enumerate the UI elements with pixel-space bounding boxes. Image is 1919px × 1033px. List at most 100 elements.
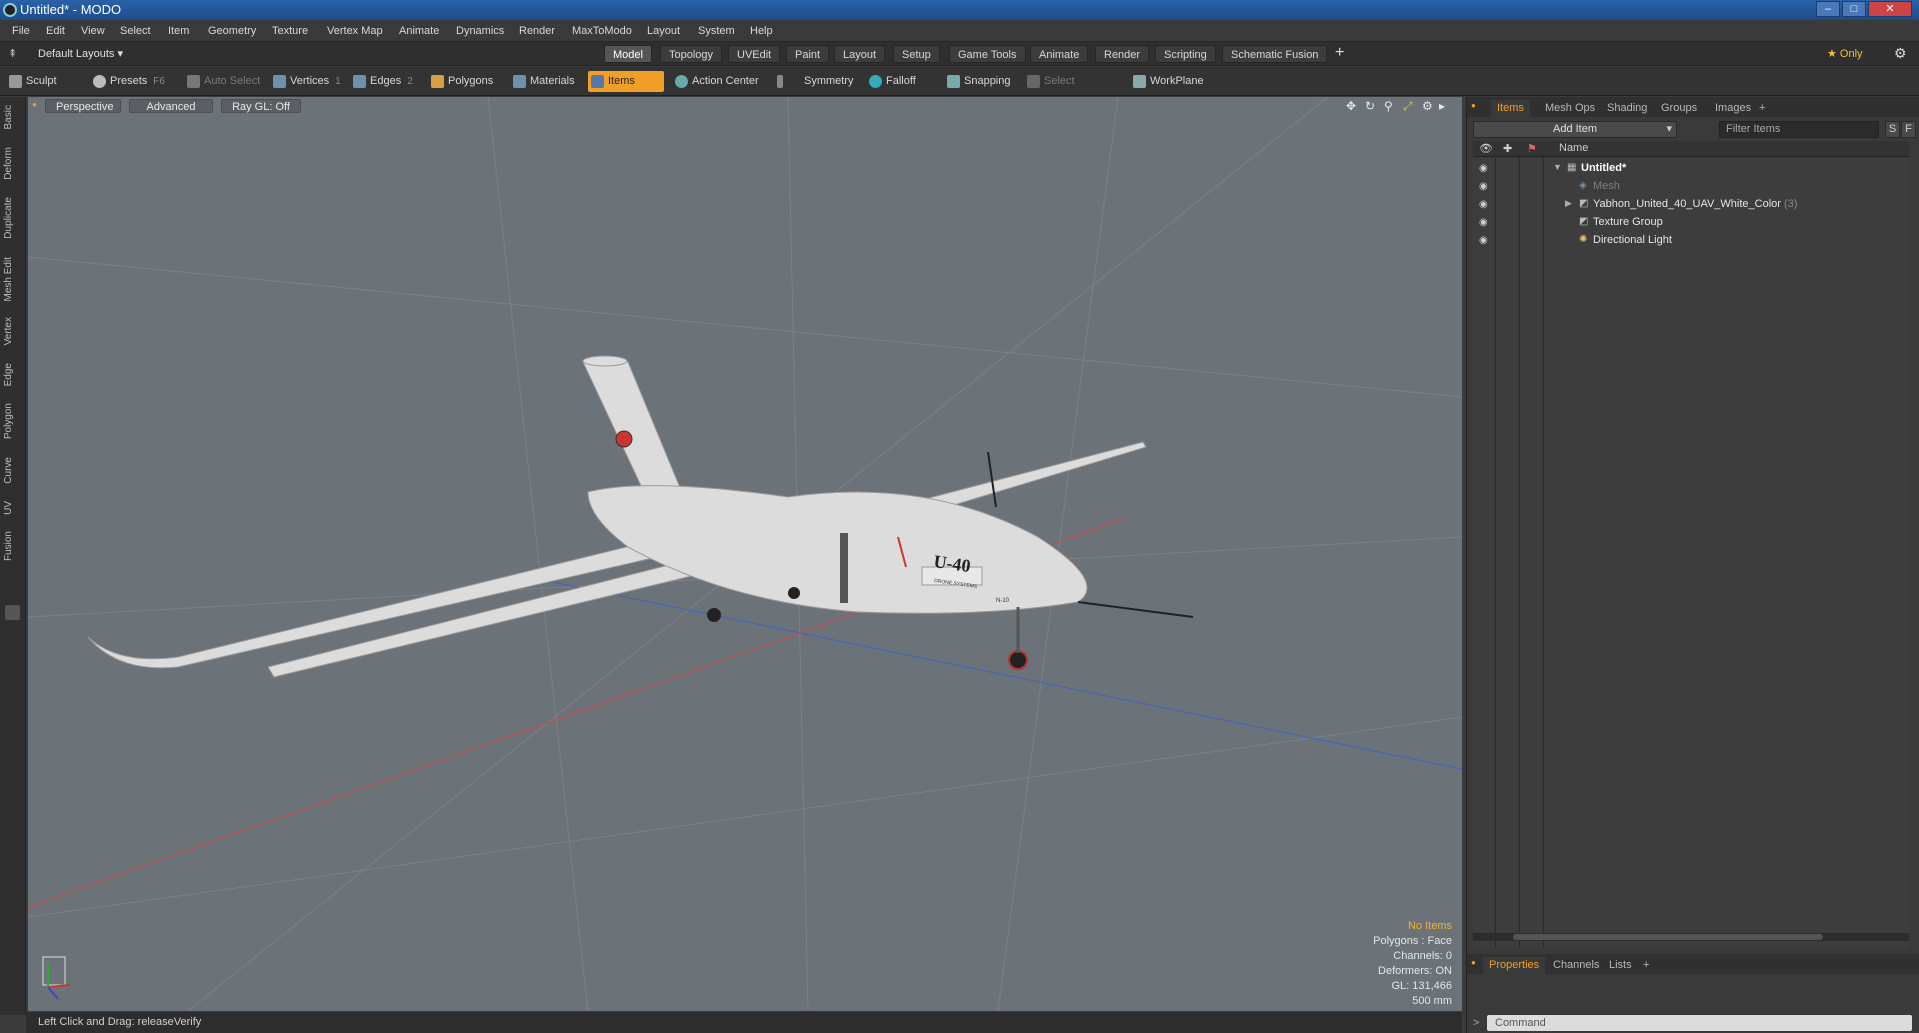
menu-dynamics[interactable]: Dynamics — [456, 25, 504, 37]
presets-button[interactable]: Presets F6 — [90, 71, 174, 92]
tab-properties[interactable]: Properties — [1483, 957, 1546, 974]
tab-setup[interactable]: Setup — [893, 45, 940, 63]
tab-mesh-ops[interactable]: Mesh Ops — [1539, 100, 1601, 117]
expand-arrow-icon[interactable]: ▶ — [1565, 198, 1572, 209]
filter-items-input[interactable]: Filter Items — [1719, 121, 1879, 138]
view-perspective-button[interactable]: Perspective — [45, 99, 121, 113]
menu-help[interactable]: Help — [750, 25, 773, 37]
tab-render[interactable]: Render — [1095, 45, 1150, 63]
tool-tab-uv[interactable]: UV — [3, 501, 14, 515]
tab-scripting[interactable]: Scripting — [1155, 45, 1216, 63]
menu-file[interactable]: File — [12, 25, 30, 37]
rotate-icon[interactable]: ↻ — [1365, 99, 1375, 113]
tool-tab-fusion[interactable]: Fusion — [3, 531, 14, 561]
tool-tab-mesh-edit[interactable]: Mesh Edit — [3, 257, 14, 301]
add-item-dropdown[interactable]: Add Item ▾ — [1473, 121, 1677, 138]
tab-layout[interactable]: Layout — [834, 45, 886, 63]
items-button[interactable]: Items — [588, 71, 664, 92]
maximize-button[interactable]: □ — [1842, 1, 1866, 17]
add-layout-icon[interactable]: + — [1335, 44, 1344, 62]
tab-groups[interactable]: Groups — [1655, 100, 1703, 117]
tool-tab-vertex[interactable]: Vertex — [3, 317, 14, 345]
menu-item[interactable]: Item — [168, 25, 189, 37]
tool-tab-curve[interactable]: Curve — [3, 457, 14, 484]
tool-tab-edge[interactable]: Edge — [3, 363, 14, 386]
tree-row-texture-group[interactable]: ◉ ◩ Texture Group — [1473, 214, 1909, 232]
minimize-button[interactable]: – — [1816, 1, 1840, 17]
close-button[interactable]: ✕ — [1868, 1, 1912, 17]
visibility-eye-icon[interactable]: ◉ — [1479, 235, 1488, 246]
tab-channels[interactable]: Channels — [1547, 957, 1605, 974]
action-center-button[interactable]: Action Center — [672, 71, 762, 92]
tree-row-directional-light[interactable]: ◉ ✺ Directional Light — [1473, 232, 1909, 250]
settings-gear-icon[interactable]: ⚙ — [1894, 45, 1907, 62]
tab-lists[interactable]: Lists — [1603, 957, 1638, 974]
layout-dropdown[interactable]: Default Layouts ▾ — [38, 47, 123, 60]
menu-render[interactable]: Render — [519, 25, 555, 37]
render-column-icon[interactable]: ⚑ — [1527, 142, 1537, 155]
only-toggle[interactable]: ★ Only — [1827, 47, 1863, 60]
properties-menu-icon[interactable]: ● — [1471, 958, 1476, 967]
edges-button[interactable]: Edges 2 — [350, 71, 426, 92]
zoom-icon[interactable]: ⚲ — [1384, 99, 1393, 113]
layout-pin-icon[interactable]: ⇞ — [8, 47, 17, 60]
menu-texture[interactable]: Texture — [272, 25, 308, 37]
visibility-eye-icon[interactable]: ◉ — [1479, 217, 1488, 228]
menu-animate[interactable]: Animate — [399, 25, 439, 37]
tree-row-uav-group[interactable]: ◉ ▶ ◩ Yabhon_United_40_UAV_White_Color (… — [1473, 196, 1909, 214]
sculpt-button[interactable]: Sculpt — [6, 71, 86, 92]
visibility-eye-icon[interactable]: ◉ — [1479, 163, 1488, 174]
menu-system[interactable]: System — [698, 25, 735, 37]
tab-game-tools[interactable]: Game Tools — [949, 45, 1026, 63]
visibility-eye-icon[interactable]: ◉ — [1479, 199, 1488, 210]
tab-items[interactable]: Items — [1491, 100, 1530, 117]
polygons-button[interactable]: Polygons — [428, 71, 504, 92]
tab-model[interactable]: Model — [604, 45, 652, 63]
raygl-button[interactable]: Ray GL: Off — [221, 99, 301, 113]
tool-strip-toggle[interactable] — [5, 605, 20, 620]
menu-vertex-map[interactable]: Vertex Map — [327, 25, 383, 37]
select-through-button[interactable]: Select Through — [1024, 71, 1118, 108]
viewport-3d[interactable]: U-40 DRONE SYSTEMS N-10 ● Perspective Ad… — [28, 97, 1462, 1011]
advanced-shading-button[interactable]: Advanced — [129, 99, 213, 113]
name-column-header[interactable]: Name — [1559, 142, 1588, 154]
menu-geometry[interactable]: Geometry — [208, 25, 256, 37]
tab-schematic-fusion[interactable]: Schematic Fusion — [1222, 45, 1328, 63]
filter-s-button[interactable]: S — [1885, 121, 1900, 138]
tab-topology[interactable]: Topology — [660, 45, 723, 63]
viewport-expand-icon[interactable]: ▸ — [1439, 99, 1445, 113]
tab-shading[interactable]: Shading — [1601, 100, 1653, 117]
menu-maxtomodo[interactable]: MaxToModo — [572, 25, 632, 37]
menu-view[interactable]: View — [81, 25, 105, 37]
filter-f-button[interactable]: F — [1901, 121, 1916, 138]
vertices-button[interactable]: Vertices 1 — [270, 71, 348, 92]
visibility-column-icon[interactable]: 👁 — [1479, 142, 1493, 155]
tab-animate[interactable]: Animate — [1030, 45, 1089, 63]
workplane-button[interactable]: WorkPlane — [1130, 71, 1206, 92]
menu-layout[interactable]: Layout — [647, 25, 680, 37]
lock-column-icon[interactable]: ✚ — [1503, 142, 1512, 155]
panel-menu-icon[interactable]: ● — [1471, 101, 1476, 110]
falloff-button[interactable]: Falloff — [866, 71, 936, 92]
tool-tab-basic[interactable]: Basic — [3, 105, 14, 129]
viewport-menu-icon[interactable]: ● — [32, 100, 37, 109]
auto-select-button[interactable]: Auto Select — [184, 71, 264, 92]
tree-row-scene[interactable]: ◉ ▼ ▦ Untitled* — [1473, 160, 1909, 178]
menu-edit[interactable]: Edit — [46, 25, 65, 37]
tree-row-mesh[interactable]: ◉ ◈ Mesh — [1473, 178, 1909, 196]
tab-images[interactable]: Images — [1709, 100, 1757, 117]
add-properties-tab-icon[interactable]: + — [1637, 957, 1655, 974]
pan-icon[interactable]: ✥ — [1346, 99, 1356, 113]
menu-select[interactable]: Select — [120, 25, 151, 37]
tool-tab-polygon[interactable]: Polygon — [3, 403, 14, 439]
tab-uvedit[interactable]: UVEdit — [728, 45, 781, 63]
collapse-arrow-icon[interactable]: ▼ — [1553, 162, 1562, 172]
add-panel-tab-icon[interactable]: + — [1753, 100, 1771, 117]
symmetry-button[interactable]: Symmetry — [774, 71, 854, 92]
fit-view-icon[interactable]: ⤢ — [1403, 99, 1413, 114]
visibility-eye-icon[interactable]: ◉ — [1479, 181, 1488, 192]
tool-tab-deform[interactable]: Deform — [3, 147, 14, 180]
viewport-settings-icon[interactable]: ⚙ — [1422, 99, 1433, 113]
snapping-button[interactable]: Snapping — [944, 71, 1014, 92]
command-input[interactable]: Command — [1487, 1015, 1912, 1031]
